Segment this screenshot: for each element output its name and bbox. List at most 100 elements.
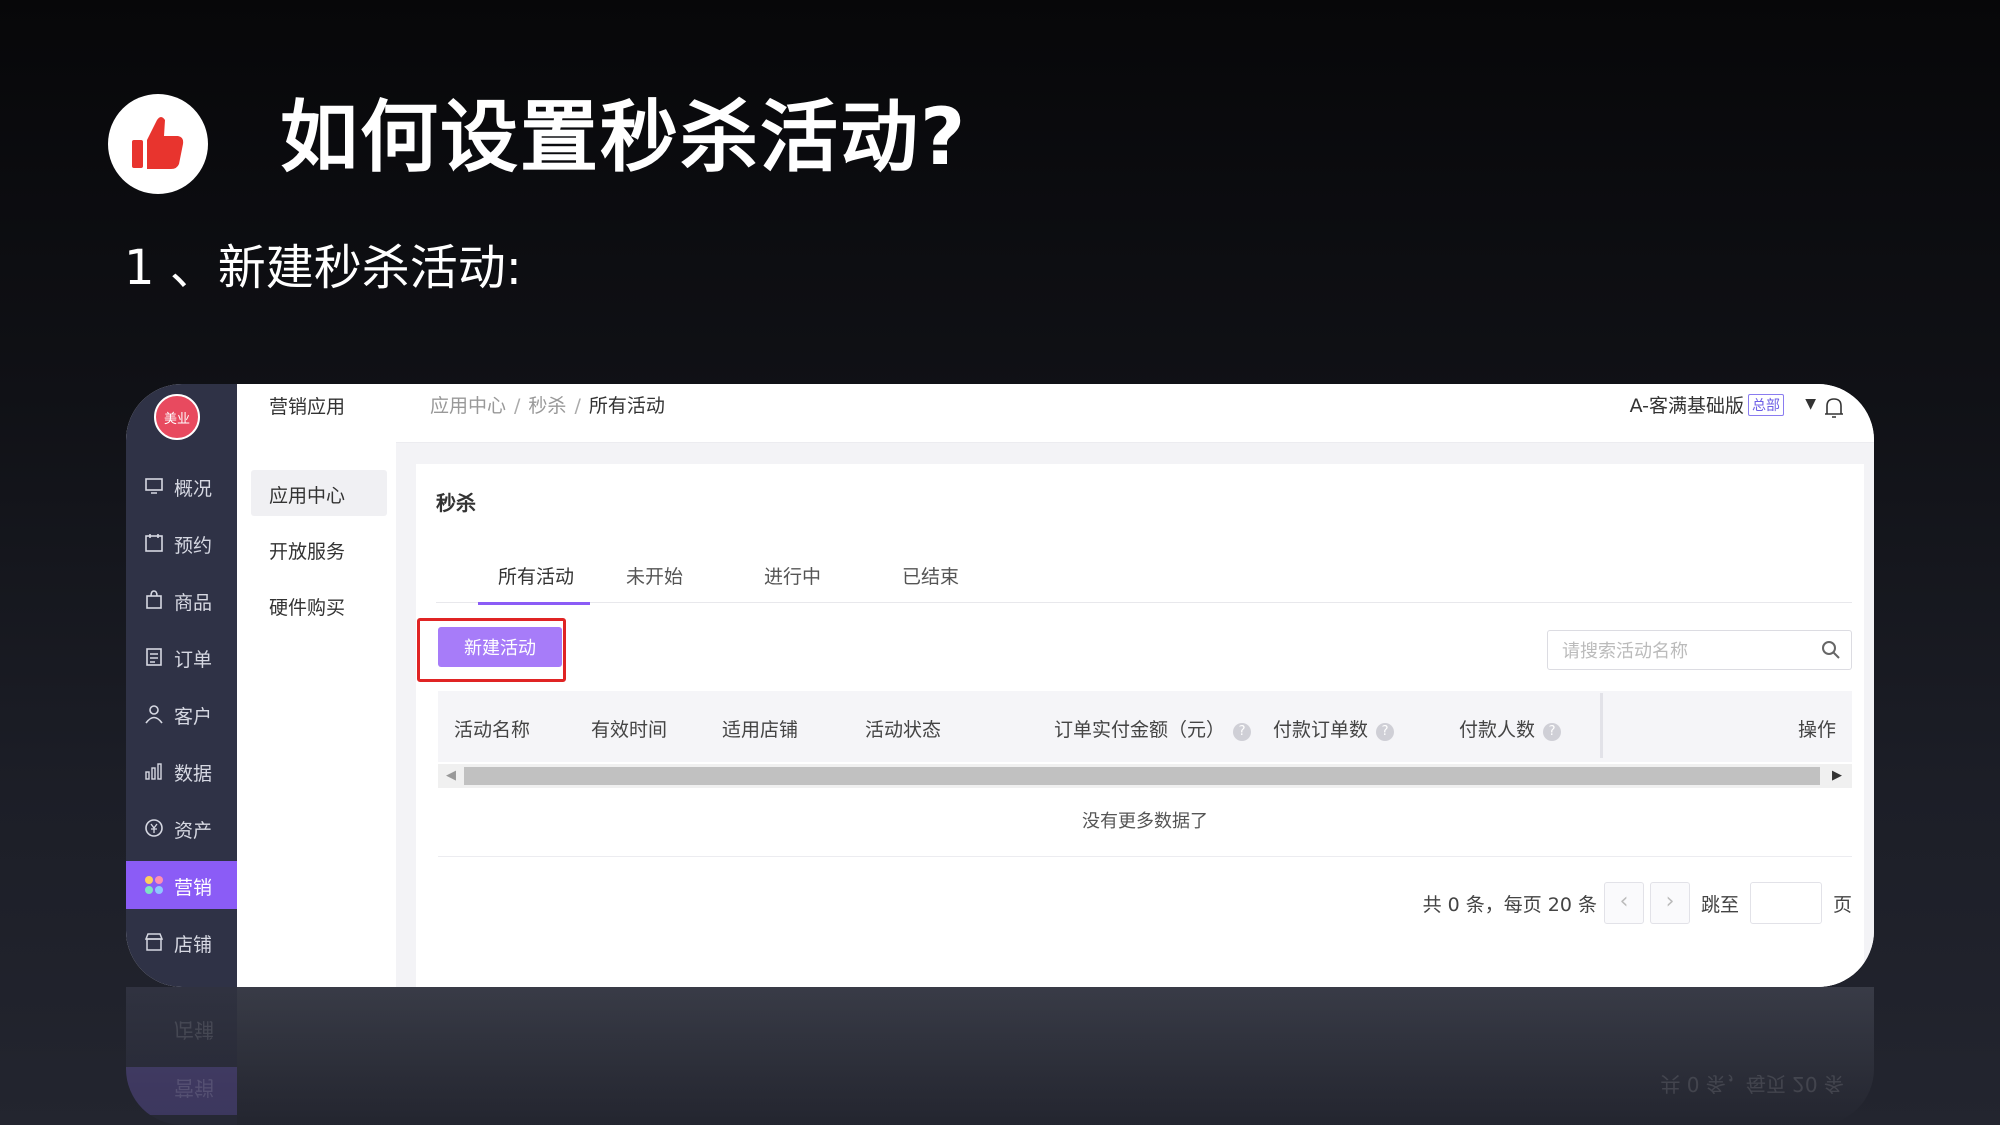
subnav-item-app-center[interactable]: 应用中心 [251, 470, 387, 516]
help-icon[interactable]: ? [1543, 723, 1562, 741]
help-icon[interactable]: ? [1376, 723, 1395, 741]
tab-bar: 所有活动 未开始 进行中 已结束 [436, 554, 1852, 605]
bell-icon[interactable] [1824, 396, 1844, 420]
window-reflection: 店铺 营销 共 0 条，每页 20 条 [126, 987, 1874, 1125]
column-header-amount-label: 订单实付金额（元） [1054, 719, 1226, 741]
breadcrumb-current: 所有活动 [588, 395, 665, 417]
slide-title: 如何设置秒杀活动? [280, 93, 968, 183]
breadcrumb: 应用中心 / 秒杀 / 所有活动 [430, 395, 665, 417]
reflection-nav-label: 店铺 [174, 1018, 214, 1042]
sidebar-item-label: 资产 [174, 820, 213, 842]
thumbs-up-icon [132, 117, 184, 169]
pagination: 共 0 条，每页 20 条 ‹ › 跳至 页 [1412, 882, 1852, 924]
empty-state: 没有更多数据了 [438, 798, 1852, 857]
marketing-icon [145, 876, 163, 894]
reflection-pagination: 共 0 条，每页 20 条 [1660, 1072, 1844, 1096]
page-jump-input[interactable] [1750, 882, 1822, 924]
shop-badge: 总部 [1748, 394, 1784, 416]
tab-label: 未开始 [626, 566, 684, 588]
column-header-paid-orders-label: 付款订单数 [1273, 719, 1369, 741]
sidebar-item-customers[interactable]: 客户 [126, 690, 237, 738]
sidebar-item-booking[interactable]: 预约 [126, 519, 237, 567]
column-header-status: 活动状态 [865, 719, 942, 741]
page-title: 秒杀 [436, 491, 476, 515]
logo-text: 美业 [163, 412, 190, 427]
tab-all[interactable]: 所有活动 [478, 554, 590, 605]
sidebar-item-label: 概况 [174, 478, 213, 500]
highlight-box [417, 618, 566, 682]
thumbs-up-badge [108, 94, 208, 194]
column-header-stores: 适用店铺 [722, 719, 799, 741]
search-box [1547, 630, 1852, 670]
sidebar-item-goods[interactable]: 商品 [126, 576, 237, 624]
sidebar-item-marketing[interactable]: 营销 [126, 861, 237, 909]
seckill-card: 秒杀 所有活动 未开始 进行中 已结束 新建活动 活动名称 有效时间 适用店铺 … [416, 464, 1864, 987]
sidebar-item-label: 商品 [174, 592, 213, 614]
column-header-actions: 操作 [1797, 719, 1836, 741]
sidebar-item-overview[interactable]: 概况 [126, 462, 237, 510]
shop-switcher[interactable]: A-客满基础版 总部 [1630, 391, 1784, 418]
sidebar-item-orders[interactable]: 订单 [126, 633, 237, 681]
subnav-item-open-service[interactable]: 开放服务 [251, 526, 387, 572]
main-sidebar: 美业 概况 预约 商品 订单 客户 数据 资产 营销 店铺 [126, 384, 237, 987]
subnav-item-hardware[interactable]: 硬件购买 [251, 582, 387, 628]
page-label: 页 [1832, 894, 1852, 916]
next-page-button[interactable]: › [1650, 882, 1690, 924]
jump-label: 跳至 [1700, 894, 1739, 916]
breadcrumb-app-center[interactable]: 应用中心 [430, 395, 506, 417]
reflection-nav-label: 营销 [174, 1076, 214, 1100]
subnav-item-label: 硬件购买 [269, 597, 346, 619]
shop-name: A-客满基础版 [1629, 395, 1744, 417]
store-icon [144, 933, 164, 951]
user-icon [145, 705, 163, 724]
asset-icon [145, 819, 163, 837]
order-icon [146, 648, 162, 666]
main-content: 秒杀 所有活动 未开始 进行中 已结束 新建活动 活动名称 有效时间 适用店铺 … [396, 443, 1874, 987]
sub-sidebar: 营销应用 应用中心 开放服务 硬件购买 [237, 384, 397, 987]
column-header-payers: 付款人数? [1459, 715, 1562, 742]
sidebar-item-label: 店铺 [174, 934, 213, 956]
sidebar-item-data[interactable]: 数据 [126, 747, 237, 795]
tab-label: 进行中 [764, 566, 822, 588]
sidebar-item-assets[interactable]: 资产 [126, 804, 237, 852]
tab-label: 所有活动 [498, 566, 575, 588]
step-label: 1 、新建秒杀活动: [124, 240, 522, 296]
horizontal-scrollbar[interactable]: ◀ ▶ [438, 764, 1852, 788]
sidebar-item-label: 预约 [174, 535, 213, 557]
tab-ended[interactable]: 已结束 [882, 554, 982, 602]
tab-not-started[interactable]: 未开始 [606, 554, 706, 602]
sidebar-item-label: 客户 [174, 706, 213, 728]
subnav-item-label: 开放服务 [269, 541, 346, 563]
search-icon[interactable] [1821, 640, 1841, 660]
pagination-total: 共 0 条，每页 20 条 [1422, 894, 1597, 916]
overview-icon [145, 478, 163, 494]
breadcrumb-seckill[interactable]: 秒杀 [528, 395, 566, 417]
tab-label: 已结束 [902, 566, 960, 588]
search-input[interactable] [1560, 637, 1804, 665]
brand-logo[interactable]: 美业 [154, 394, 200, 440]
subnav-item-label: 应用中心 [269, 485, 346, 507]
column-header-payers-label: 付款人数 [1459, 719, 1536, 741]
bar-chart-icon [145, 763, 162, 780]
scrollbar-thumb[interactable] [464, 767, 1820, 785]
prev-page-button[interactable]: ‹ [1604, 882, 1644, 924]
sidebar-item-label: 订单 [174, 649, 213, 671]
calendar-icon [145, 534, 163, 552]
tab-in-progress[interactable]: 进行中 [744, 554, 844, 602]
subnav-title: 营销应用 [269, 396, 346, 418]
column-header-time: 有效时间 [591, 719, 668, 741]
column-header-amount: 订单实付金额（元）? [1054, 715, 1252, 742]
bag-icon [146, 590, 162, 609]
fixed-column-divider [1600, 693, 1603, 758]
help-icon[interactable]: ? [1233, 723, 1252, 741]
chevron-down-icon[interactable]: ▼ [1805, 396, 1816, 412]
scroll-right-icon[interactable]: ▶ [1832, 768, 1842, 783]
sidebar-item-label: 数据 [174, 763, 213, 785]
app-window: 美业 概况 预约 商品 订单 客户 数据 资产 营销 店铺 营销应用 应用中心 … [126, 384, 1874, 987]
column-header-paid-orders: 付款订单数? [1273, 715, 1395, 742]
scroll-left-icon[interactable]: ◀ [446, 768, 456, 783]
top-bar: 应用中心 / 秒杀 / 所有活动 A-客满基础版 总部 ▼ [396, 384, 1874, 443]
sidebar-item-label: 营销 [174, 877, 213, 899]
table-header: 活动名称 有效时间 适用店铺 活动状态 订单实付金额（元）? 付款订单数? 付款… [438, 691, 1852, 762]
sidebar-item-store[interactable]: 店铺 [126, 918, 237, 966]
